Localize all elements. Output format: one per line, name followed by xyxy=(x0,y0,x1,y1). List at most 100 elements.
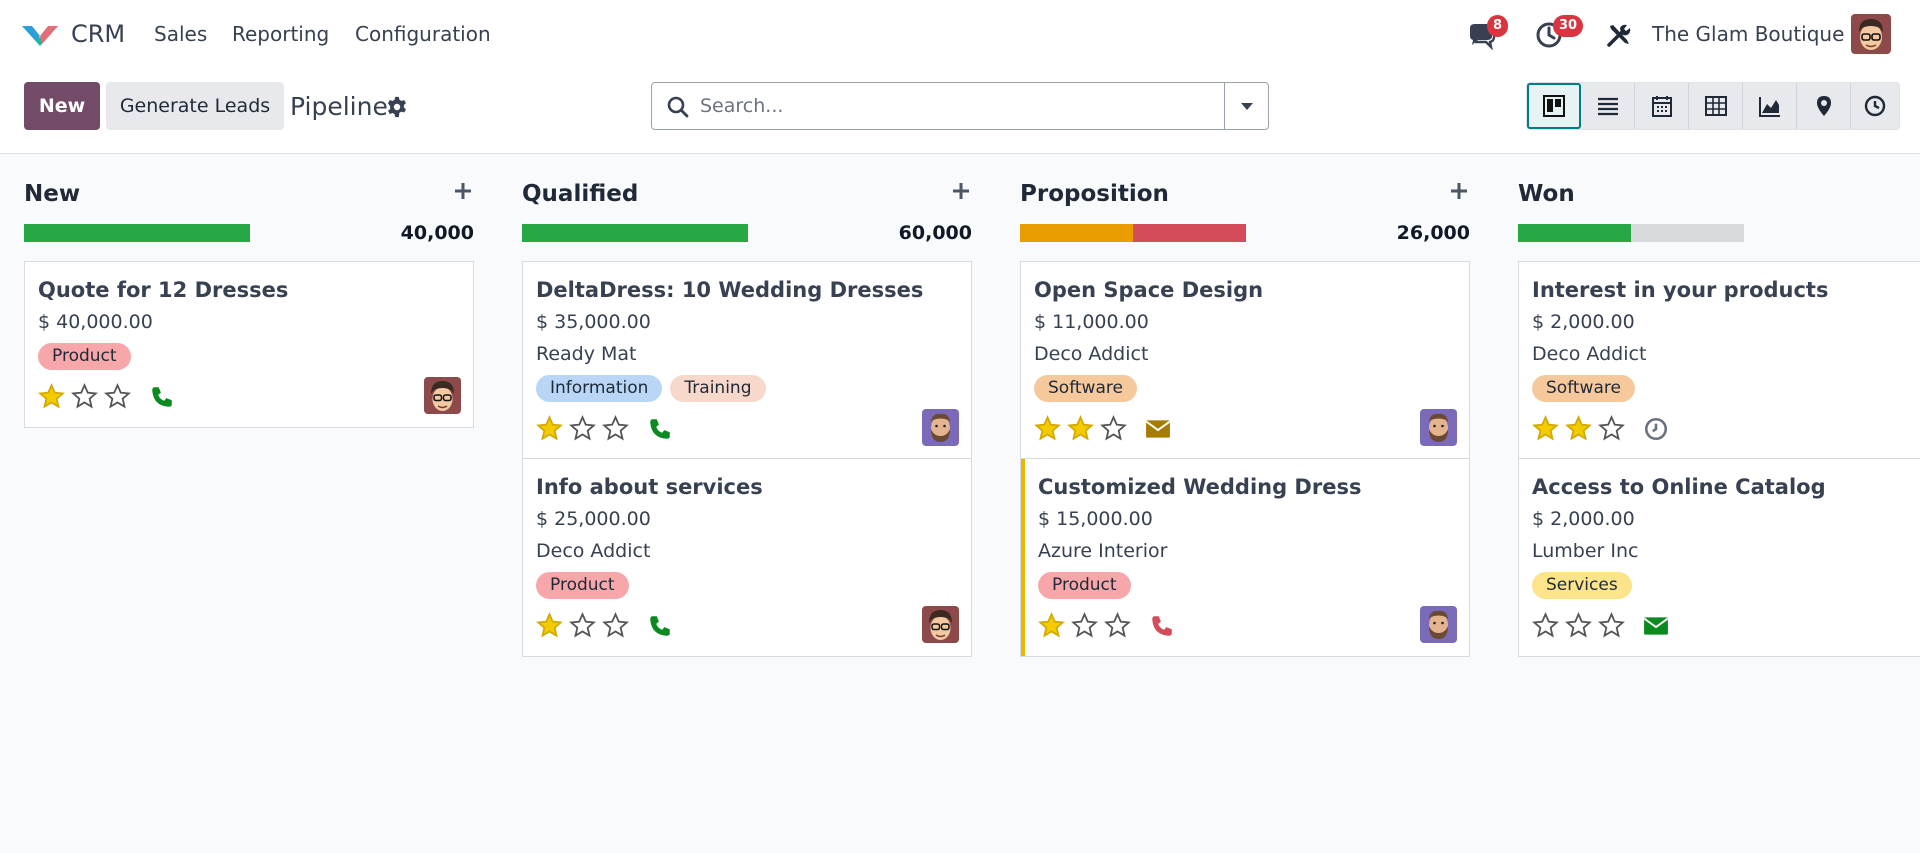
progress-segment[interactable] xyxy=(1631,224,1744,242)
star-empty-icon[interactable] xyxy=(1598,415,1625,442)
area-chart-icon xyxy=(1758,97,1780,117)
salesperson-avatar[interactable] xyxy=(1420,409,1457,446)
generate-leads-button[interactable]: Generate Leads xyxy=(106,82,284,130)
salesperson-avatar[interactable] xyxy=(1420,606,1457,643)
star-filled-icon[interactable] xyxy=(536,415,563,442)
tag-badge: Product xyxy=(38,343,131,370)
menu-reporting[interactable]: Reporting xyxy=(232,22,329,46)
list-view-button[interactable] xyxy=(1581,83,1635,129)
star-empty-icon[interactable] xyxy=(602,612,629,639)
priority-stars xyxy=(38,383,131,410)
star-empty-icon[interactable] xyxy=(569,415,596,442)
star-empty-icon[interactable] xyxy=(569,612,596,639)
column-title[interactable]: Qualified xyxy=(522,181,638,207)
phone-icon[interactable] xyxy=(647,613,673,639)
kanban-view-button[interactable] xyxy=(1527,83,1581,129)
star-empty-icon[interactable] xyxy=(1532,612,1559,639)
salesperson-avatar[interactable] xyxy=(922,606,959,643)
new-button[interactable]: New xyxy=(24,82,100,130)
tag-badge: Product xyxy=(1038,572,1131,599)
phone-icon[interactable] xyxy=(647,416,673,442)
card-amount: $ 2,000.00 xyxy=(1532,508,1635,530)
card-tags: Product xyxy=(1038,572,1131,599)
salesperson-avatar[interactable] xyxy=(424,377,461,414)
column-progress-bar[interactable] xyxy=(24,224,250,242)
pivot-view-button[interactable] xyxy=(1689,83,1743,129)
search-icon xyxy=(667,96,689,118)
salesperson-avatar[interactable] xyxy=(922,409,959,446)
search-input[interactable] xyxy=(700,91,1200,121)
star-filled-icon[interactable] xyxy=(38,383,65,410)
star-filled-icon[interactable] xyxy=(1532,415,1559,442)
calendar-view-button[interactable] xyxy=(1635,83,1689,129)
column-progress-bar[interactable] xyxy=(522,224,748,242)
star-empty-icon[interactable] xyxy=(1100,415,1127,442)
card-title: Customized Wedding Dress xyxy=(1038,475,1362,499)
search-options-toggle[interactable] xyxy=(1224,83,1268,129)
priority-stars xyxy=(1034,415,1127,442)
progress-segment[interactable] xyxy=(1133,224,1246,242)
progress-segment[interactable] xyxy=(522,224,748,242)
add-record-plus-icon[interactable] xyxy=(1448,180,1470,202)
progress-segment[interactable] xyxy=(1020,224,1133,242)
phone-icon[interactable] xyxy=(149,384,175,410)
progress-segment[interactable] xyxy=(1518,224,1631,242)
star-filled-icon[interactable] xyxy=(536,612,563,639)
card-company: Deco Addict xyxy=(1034,343,1149,365)
star-empty-icon[interactable] xyxy=(71,383,98,410)
activity-view-button[interactable] xyxy=(1851,83,1899,129)
add-record-plus-icon[interactable] xyxy=(452,180,474,202)
star-empty-icon[interactable] xyxy=(104,383,131,410)
kanban-card[interactable]: Quote for 12 Dresses $ 40,000.00 Product xyxy=(25,262,473,427)
column-progress-bar[interactable] xyxy=(1020,224,1246,242)
menu-configuration[interactable]: Configuration xyxy=(355,22,491,46)
clock-icon[interactable] xyxy=(1643,416,1669,442)
star-empty-icon[interactable] xyxy=(602,415,629,442)
phone-icon[interactable] xyxy=(1149,613,1175,639)
card-company: Ready Mat xyxy=(536,343,637,365)
envelope-icon[interactable] xyxy=(1145,416,1171,442)
star-filled-icon[interactable] xyxy=(1034,415,1061,442)
map-view-button[interactable] xyxy=(1797,83,1851,129)
app-name[interactable]: CRM xyxy=(71,20,125,48)
column-total: 40,000 xyxy=(400,222,474,244)
card-title: Access to Online Catalog xyxy=(1532,475,1826,499)
kanban-card[interactable]: Customized Wedding Dress $ 15,000.00 Azure… xyxy=(1021,459,1469,656)
gear-icon[interactable] xyxy=(386,96,408,118)
kanban-card[interactable]: Access to Online Catalog $ 2,000.00 Lumber… xyxy=(1519,459,1920,656)
progress-segment[interactable] xyxy=(24,224,250,242)
graph-view-button[interactable] xyxy=(1743,83,1797,129)
star-filled-icon[interactable] xyxy=(1565,415,1592,442)
column-total: 60,000 xyxy=(898,222,972,244)
crm-logo-icon[interactable] xyxy=(20,20,60,50)
add-record-plus-icon[interactable] xyxy=(950,180,972,202)
envelope-icon[interactable] xyxy=(1643,613,1669,639)
priority-stars xyxy=(1532,415,1625,442)
star-empty-icon[interactable] xyxy=(1104,612,1131,639)
user-avatar[interactable] xyxy=(1851,14,1891,54)
messages-badge: 8 xyxy=(1487,15,1509,37)
star-empty-icon[interactable] xyxy=(1071,612,1098,639)
column-title[interactable]: New xyxy=(24,181,80,207)
tools-icon[interactable] xyxy=(1606,22,1632,48)
company-switcher[interactable]: The Glam Boutique xyxy=(1652,22,1844,46)
card-title: Open Space Design xyxy=(1034,278,1264,302)
column-title[interactable]: Proposition xyxy=(1020,181,1169,207)
star-filled-icon[interactable] xyxy=(1038,612,1065,639)
column-cards: Open Space Design $ 11,000.00 Deco Addict S… xyxy=(1020,261,1470,657)
star-empty-icon[interactable] xyxy=(1598,612,1625,639)
kanban-card[interactable]: Interest in your products $ 2,000.00 Deco … xyxy=(1519,262,1920,459)
tag-badge: Services xyxy=(1532,572,1632,599)
card-amount: $ 2,000.00 xyxy=(1532,311,1635,333)
column-title[interactable]: Won xyxy=(1518,181,1575,207)
card-tags: Services xyxy=(1532,572,1632,599)
star-filled-icon[interactable] xyxy=(1067,415,1094,442)
kanban-card[interactable]: Info about services $ 25,000.00 Deco Addic… xyxy=(523,459,971,656)
menu-sales[interactable]: Sales xyxy=(154,22,207,46)
kanban-card[interactable]: DeltaDress: 10 Wedding Dresses $ 35,000.0… xyxy=(523,262,971,459)
column-progress-bar[interactable] xyxy=(1518,224,1744,242)
priority-stars xyxy=(536,612,629,639)
kanban-card[interactable]: Open Space Design $ 11,000.00 Deco Addict S… xyxy=(1021,262,1469,459)
star-empty-icon[interactable] xyxy=(1565,612,1592,639)
tag-badge: Software xyxy=(1034,375,1137,402)
